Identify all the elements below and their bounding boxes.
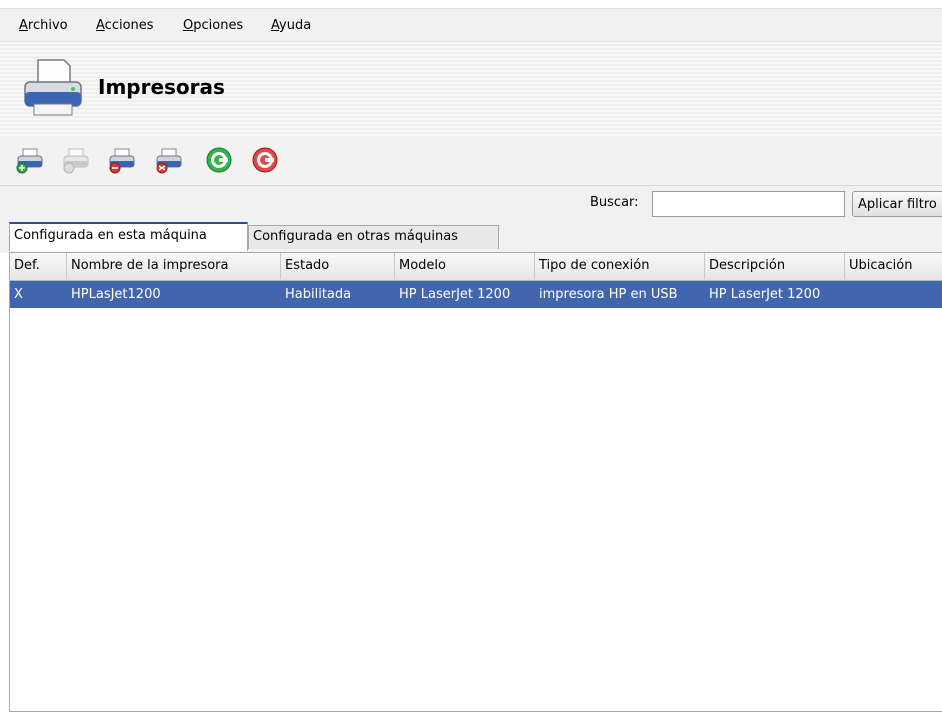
printer-default-icon[interactable]	[60, 145, 90, 175]
toolbar	[0, 137, 942, 185]
search-label: Buscar:	[590, 195, 639, 210]
column-header-description[interactable]: Descripción	[705, 253, 845, 279]
printer-icon	[24, 59, 82, 116]
page-title: Impresoras	[98, 75, 225, 99]
menu-opciones[interactable]: Opciones	[183, 18, 243, 33]
cell-default: X	[14, 287, 23, 302]
cell-name: HPLasJet1200	[71, 287, 161, 302]
cell-model: HP LaserJet 1200	[399, 287, 511, 302]
column-header-model[interactable]: Modelo	[395, 253, 535, 279]
column-header-status[interactable]: Estado	[281, 253, 395, 279]
cell-location	[845, 281, 849, 308]
printer-delete-icon[interactable]	[106, 145, 136, 175]
search-input[interactable]	[652, 191, 845, 217]
refresh-icon[interactable]	[204, 145, 234, 175]
tab-local-printers[interactable]: Configurada en esta máquina	[9, 222, 248, 251]
apply-filter-button[interactable]: Aplicar filtro	[852, 191, 942, 217]
column-header-location[interactable]: Ubicación	[845, 253, 942, 279]
column-header-default[interactable]: Def.	[10, 253, 67, 279]
menu-acciones[interactable]: Acciones	[96, 18, 154, 33]
cell-connection: impresora HP en USB	[539, 287, 678, 302]
printer-add-icon[interactable]	[14, 145, 44, 175]
printer-edit-icon[interactable]	[153, 145, 183, 175]
column-header-connection[interactable]: Tipo de conexión	[535, 253, 705, 279]
restart-icon[interactable]	[250, 145, 280, 175]
table-header: Def. Nombre de la impresora Estado Model…	[10, 253, 942, 281]
cell-status: Habilitada	[285, 287, 352, 302]
page-header: Impresoras	[0, 42, 942, 137]
tab-remote-printers[interactable]: Configurada en otras máquinas	[248, 225, 499, 249]
menu-archivo[interactable]: Archivo	[19, 18, 68, 33]
search-bar: Buscar: Aplicar filtro	[0, 185, 942, 220]
cell-description: HP LaserJet 1200	[709, 287, 821, 302]
tab-bar: Configurada en esta máquina Configurada …	[0, 219, 942, 253]
table-row[interactable]: X HPLasJet1200 Habilitada HP LaserJet 12…	[10, 281, 942, 308]
menu-bar: Archivo Acciones Opciones Ayuda	[0, 8, 942, 42]
printer-table: Def. Nombre de la impresora Estado Model…	[9, 252, 942, 712]
column-header-name[interactable]: Nombre de la impresora	[67, 253, 281, 279]
menu-ayuda[interactable]: Ayuda	[271, 18, 311, 33]
